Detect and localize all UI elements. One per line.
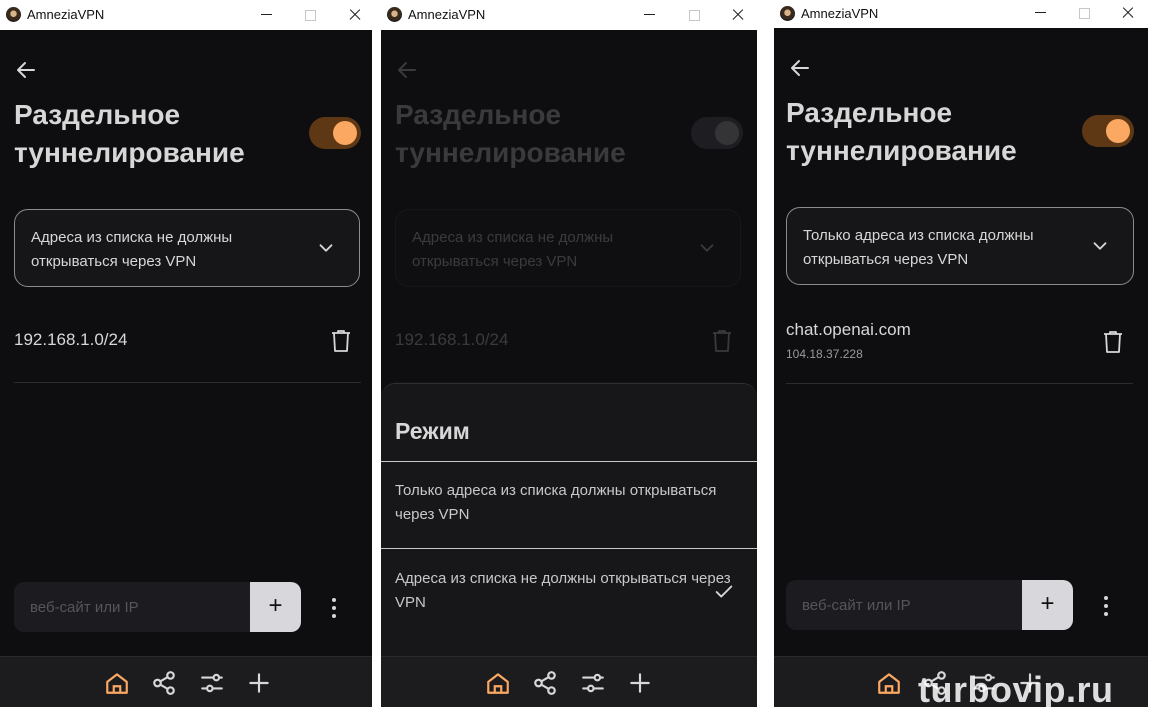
back-arrow-icon[interactable] [14, 58, 38, 82]
maximize-button[interactable] [684, 5, 704, 25]
trash-icon[interactable] [1101, 329, 1125, 355]
plus-icon[interactable] [627, 670, 653, 696]
back-arrow-icon[interactable] [395, 58, 419, 82]
window-1: AmneziaVPN Раздельное туннелирование Адр… [0, 0, 372, 707]
mode-dropdown[interactable]: Только адреса из списка должны открывать… [786, 207, 1134, 285]
settings-sliders-icon[interactable] [580, 670, 606, 696]
list-item: 192.168.1.0/24 [14, 320, 361, 383]
trash-icon[interactable] [329, 328, 353, 354]
app-title: AmneziaVPN [27, 7, 105, 22]
app-view: Раздельное туннелирование Только адреса … [774, 28, 1148, 707]
settings-sliders-icon[interactable] [199, 670, 225, 696]
bottom-nav [381, 656, 757, 707]
share-icon[interactable] [532, 670, 558, 696]
home-icon[interactable] [485, 670, 511, 696]
divider [381, 461, 757, 462]
title-bar: AmneziaVPN [381, 0, 757, 30]
close-button[interactable] [728, 5, 748, 25]
share-icon[interactable] [151, 670, 177, 696]
minimize-button[interactable] [256, 5, 276, 25]
mode-option-exclude-listed[interactable]: Адреса из списка не должны открываться ч… [395, 567, 740, 615]
amnezia-logo-icon [387, 7, 402, 22]
trash-icon[interactable] [710, 328, 734, 354]
bottom-nav [0, 656, 372, 707]
close-button[interactable] [1118, 3, 1138, 23]
add-button[interactable]: + [250, 582, 301, 632]
plus-icon[interactable] [246, 670, 272, 696]
add-button[interactable]: + [1022, 580, 1073, 630]
app-title: AmneziaVPN [408, 7, 486, 22]
home-icon[interactable] [104, 670, 130, 696]
toggle-knob [333, 121, 357, 145]
more-vertical-icon[interactable] [1094, 592, 1118, 620]
window-2: AmneziaVPN Раздельное туннелирование Адр… [381, 0, 757, 707]
home-icon[interactable] [876, 670, 902, 696]
maximize-button[interactable] [1074, 3, 1094, 23]
maximize-button[interactable] [300, 5, 320, 25]
mode-dropdown-value: Адреса из списка не должны открываться ч… [412, 229, 614, 270]
split-tunneling-toggle[interactable] [691, 117, 743, 149]
chevron-down-icon [1093, 242, 1107, 250]
mode-dropdown[interactable]: Адреса из списка не должны открываться ч… [395, 209, 741, 287]
toggle-knob [1106, 119, 1130, 143]
mode-dropdown-value: Адреса из списка не должны открываться ч… [31, 229, 233, 270]
list-item: chat.openai.com 104.18.37.228 [786, 320, 1133, 384]
app-view: Раздельное туннелирование Адреса из спис… [381, 30, 757, 707]
site-input[interactable] [14, 582, 250, 632]
entry-ip: 104.18.37.228 [786, 347, 863, 361]
more-vertical-icon[interactable] [322, 594, 346, 622]
checkmark-icon [715, 585, 733, 598]
title-bar: AmneziaVPN [0, 0, 372, 30]
add-site-row: + [786, 580, 1073, 630]
entry-host: chat.openai.com [786, 320, 911, 339]
entry-address: 192.168.1.0/24 [14, 330, 128, 349]
entry-address: 192.168.1.0/24 [395, 330, 509, 349]
toggle-knob [715, 121, 739, 145]
divider [381, 548, 757, 549]
mode-option-only-listed[interactable]: Только адреса из списка должны открывать… [395, 479, 740, 527]
minimize-button[interactable] [639, 5, 659, 25]
back-arrow-icon[interactable] [788, 56, 812, 80]
page-title: Раздельное туннелирование [786, 97, 1017, 166]
page-title: Раздельное туннелирование [395, 99, 626, 168]
split-tunneling-toggle[interactable] [309, 117, 361, 149]
title-bar: AmneziaVPN [774, 0, 1148, 28]
page-title: Раздельное туннелирование [14, 99, 245, 168]
mode-dropdown-value: Только адреса из списка должны открывать… [803, 227, 1034, 268]
app-view: Раздельное туннелирование Адреса из спис… [0, 30, 372, 707]
mode-dropdown[interactable]: Адреса из списка не должны открываться ч… [14, 209, 360, 287]
amnezia-logo-icon [780, 6, 795, 21]
chevron-down-icon [319, 244, 333, 252]
watermark: turbovip.ru [918, 669, 1114, 710]
sheet-title: Режим [395, 418, 470, 444]
close-button[interactable] [345, 5, 365, 25]
add-site-row: + [14, 582, 301, 632]
window-3: AmneziaVPN Раздельное туннелирование Тол… [774, 0, 1148, 707]
amnezia-logo-icon [6, 7, 21, 22]
chevron-down-icon [700, 244, 714, 252]
app-title: AmneziaVPN [801, 6, 879, 21]
mode-bottom-sheet: Режим Только адреса из списка должны отк… [381, 383, 757, 659]
split-tunneling-toggle[interactable] [1082, 115, 1134, 147]
list-item: 192.168.1.0/24 [395, 320, 742, 383]
minimize-button[interactable] [1030, 3, 1050, 23]
site-input[interactable] [786, 580, 1022, 630]
